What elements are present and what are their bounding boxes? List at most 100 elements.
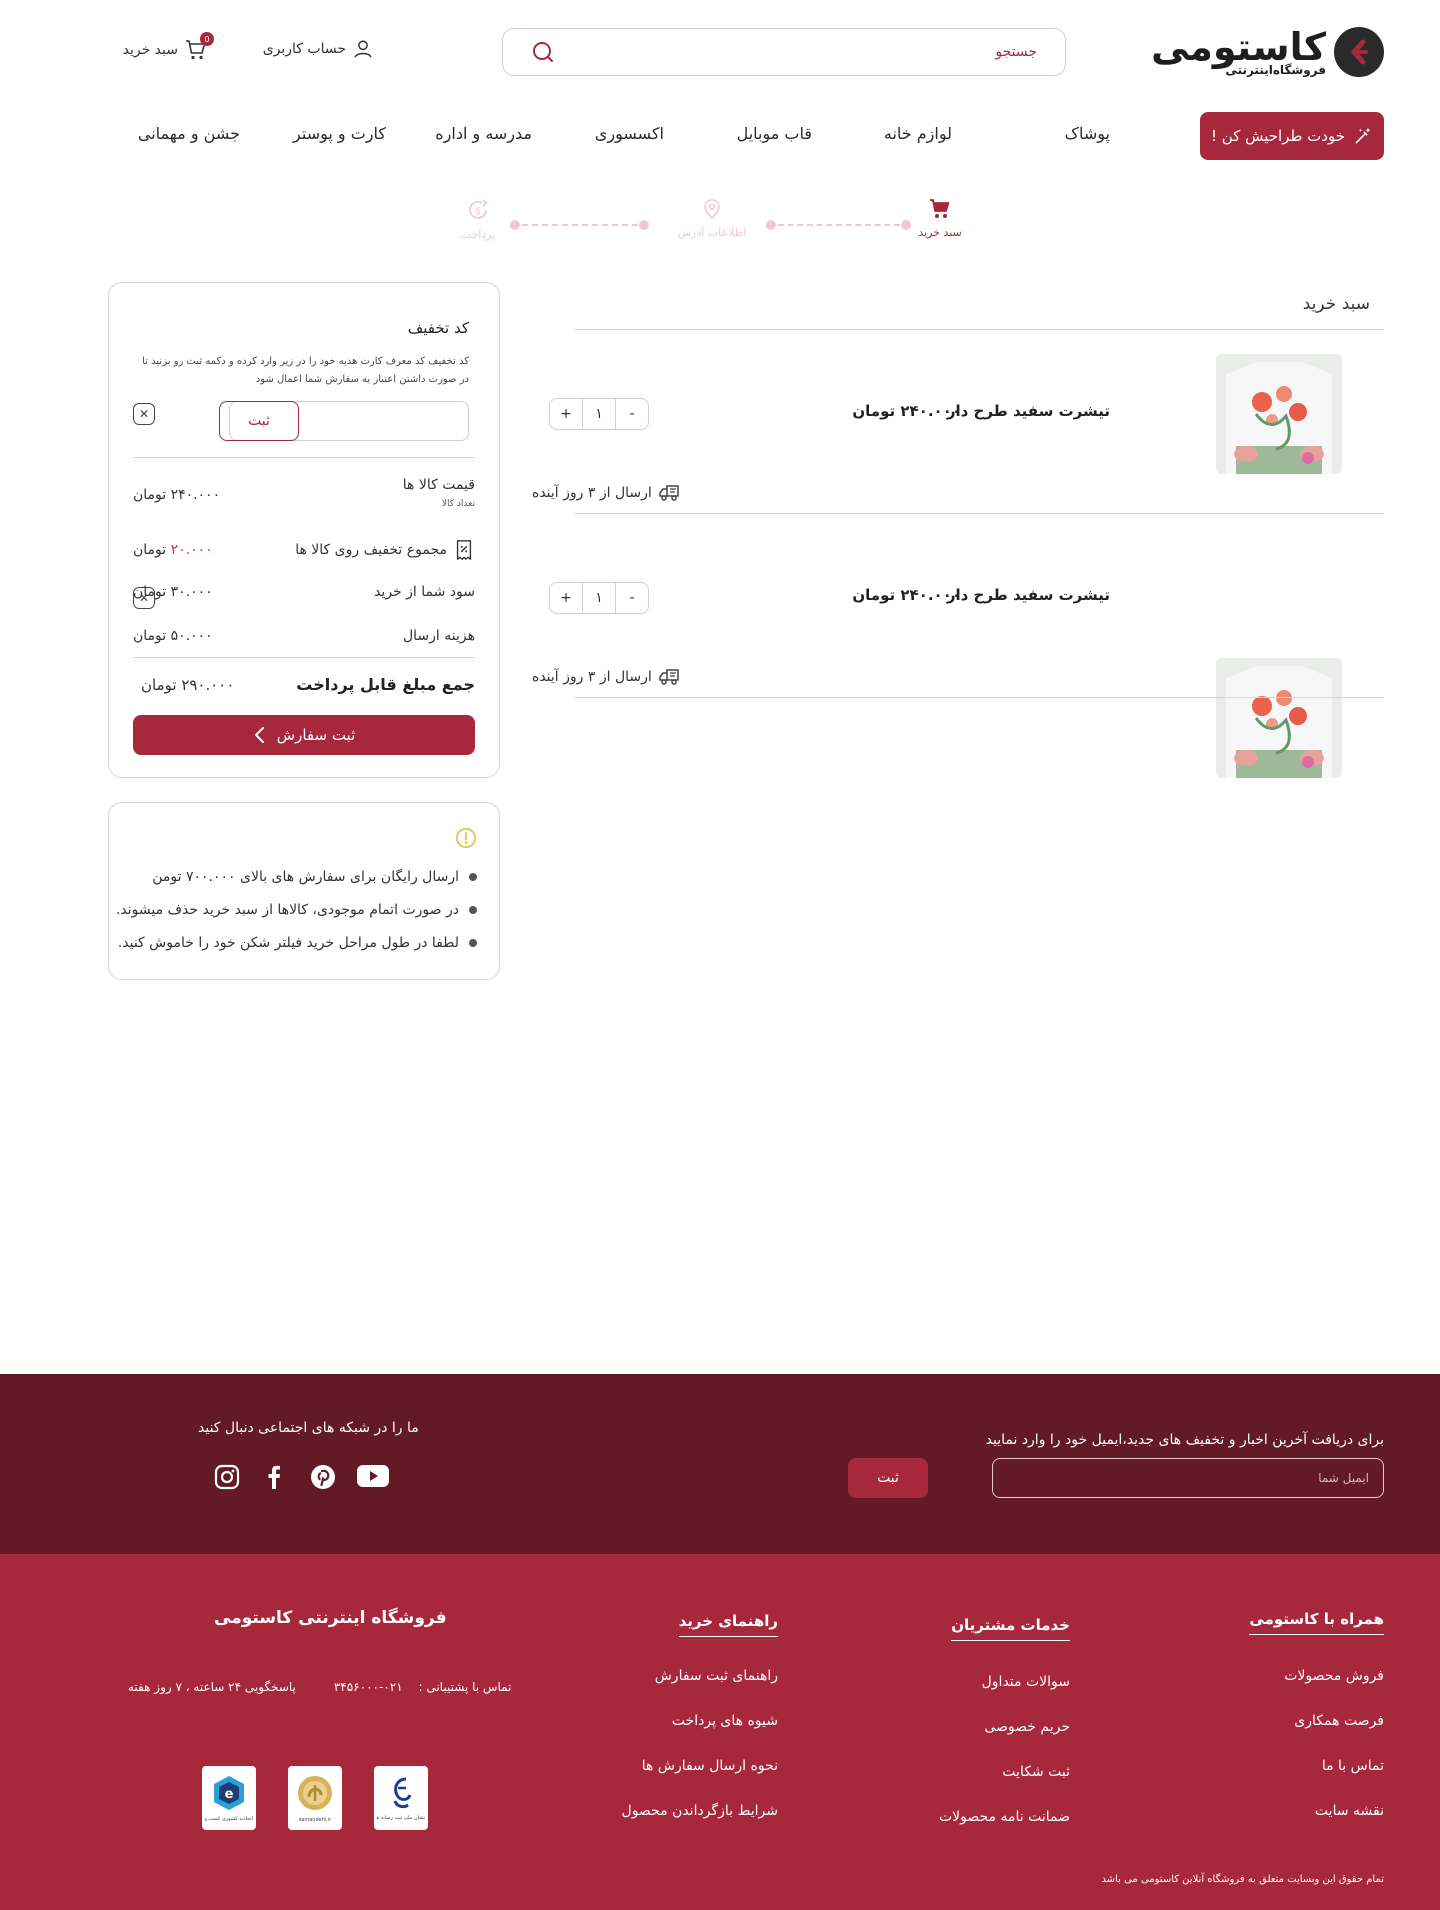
search-input[interactable]: جستجو xyxy=(995,44,1037,60)
newsletter-placeholder: ایمیل شما xyxy=(1318,1471,1369,1485)
nav-item-accessories[interactable]: اکسسوری xyxy=(595,124,664,143)
quantity-stepper[interactable]: - ۱ + xyxy=(549,398,649,430)
footer-col-title: خدمات مشتریان xyxy=(951,1616,1070,1641)
footer-link[interactable]: شرایط بازگرداندن محصول xyxy=(622,1803,778,1819)
step-dot xyxy=(639,220,649,230)
coupon-description: کد تخفیف کد معرف کارت هدیه خود را در زیر… xyxy=(142,356,469,385)
shipping-text: ارسال از ۳ روز آینده xyxy=(532,485,652,501)
footer-link[interactable]: ثبت شکایت xyxy=(1002,1764,1070,1780)
logo[interactable]: کاستومی فروشگاه‌اینترنتی xyxy=(1151,24,1384,80)
bullet-icon xyxy=(469,906,477,914)
product-image[interactable] xyxy=(1216,354,1342,474)
increase-button[interactable]: + xyxy=(550,399,582,429)
account-link[interactable]: حساب کاربری xyxy=(263,38,374,60)
union-badge[interactable]: e اتحادیه کشوری کسب و کارهای مجازی xyxy=(202,1766,256,1830)
nav-item-home-goods[interactable]: لوازم خانه xyxy=(884,124,952,143)
quantity-stepper[interactable]: - ۱ + xyxy=(549,582,649,614)
nav-item-school-office[interactable]: مدرسه و اداره xyxy=(435,124,532,143)
newsletter-section: برای دریافت آخرین اخبار و تخفیف های جدید… xyxy=(0,1374,1440,1554)
cart-title: سبد خرید xyxy=(1302,294,1370,314)
bullet-icon xyxy=(469,939,477,947)
discount-value: ۲۰.۰۰۰ xyxy=(170,542,213,558)
social-follow-text: ما را در شبکه های اجتماعی دنبال کنید xyxy=(198,1420,419,1436)
cart-count-badge: 0 xyxy=(200,32,214,46)
footer-link[interactable]: نقشه سایت xyxy=(1315,1803,1384,1819)
nav-item-party[interactable]: جشن و مهمانی xyxy=(138,124,240,143)
note-text: لطفا در طول مراحل خرید فیلتر شکن خود را … xyxy=(117,935,459,951)
tshirt-product-icon xyxy=(1216,354,1342,474)
product-image[interactable] xyxy=(1216,658,1342,778)
samandehi-badge[interactable]: samandehi.ir xyxy=(288,1766,342,1830)
place-order-button[interactable]: ثبت سفارش xyxy=(133,715,475,755)
instagram-icon[interactable] xyxy=(214,1464,240,1490)
discount-receipt-icon xyxy=(453,539,475,561)
samandehi-seal-icon xyxy=(298,1776,332,1810)
quantity-value[interactable]: ۱ xyxy=(582,583,616,613)
product-name[interactable]: تیشرت سفید طرح دار xyxy=(947,586,1110,604)
facebook-icon[interactable] xyxy=(264,1464,284,1490)
support-label: تماس با پشتیبانی : xyxy=(418,1680,512,1694)
footer-link[interactable]: شیوه های پرداخت xyxy=(672,1713,778,1729)
tshirt-product-icon xyxy=(1216,658,1342,778)
search-icon[interactable] xyxy=(531,40,555,64)
cart-label: سبد خرید xyxy=(122,42,178,58)
coupon-title: کد تخفیف xyxy=(407,319,469,337)
logo-title: کاستومی xyxy=(1150,25,1327,69)
decrease-button[interactable]: - xyxy=(616,399,648,429)
search-bar[interactable]: جستجو xyxy=(502,28,1066,76)
cart-link[interactable]: 0 سبد خرید xyxy=(122,32,214,62)
notes-card: ارسال رایگان برای سفارش های بالای ۷۰۰.۰۰… xyxy=(108,802,500,980)
footer-link[interactable]: نحوه ارسال سفارش ها xyxy=(642,1758,778,1774)
pinterest-icon[interactable] xyxy=(310,1464,336,1490)
support-phone[interactable]: ۰۲۱-۳۴۵۶۰۰۰ xyxy=(334,1680,403,1694)
decrease-button[interactable]: - xyxy=(616,583,648,613)
step-label-address: اطلاعات آدرس xyxy=(677,226,747,239)
profit-label: سود شما از خرید xyxy=(374,584,475,600)
items-price-label: قیمت کالا ها xyxy=(402,477,475,493)
newsletter-email-input[interactable]: ایمیل شما xyxy=(992,1458,1384,1498)
footer-col-title: همراه با کاستومی xyxy=(1249,1610,1384,1635)
product-name[interactable]: تیشرت سفید طرح دار xyxy=(947,402,1110,420)
step-payment: $ پرداخت xyxy=(448,198,508,241)
footer-link[interactable]: راهنمای ثبت سفارش xyxy=(655,1668,778,1684)
footer-link[interactable]: فرصت همکاری xyxy=(1294,1713,1384,1729)
footer-col-title: راهنمای خرید xyxy=(678,1612,778,1637)
logo-subtitle: فروشگاه‌اینترنتی xyxy=(1225,63,1326,77)
step-cart: سبد خرید xyxy=(910,198,970,239)
coupon-submit-button[interactable]: ثبت xyxy=(219,401,299,441)
youtube-icon[interactable] xyxy=(356,1464,390,1488)
product-price: ۲۴۰.۰۰۰ تومان xyxy=(852,586,961,604)
footer-link[interactable]: سوالات متداول xyxy=(982,1674,1070,1690)
design-yourself-button[interactable]: خودت طراحیش کن ! xyxy=(1200,112,1384,160)
product-price: ۲۴۰.۰۰۰ تومان xyxy=(852,402,961,420)
discount-row: مجموع تخفیف روی کالا ها ۲۰.۰۰۰ تومان xyxy=(133,539,475,561)
newsletter-submit-button[interactable]: ثبت xyxy=(848,1458,928,1498)
enamad-badge[interactable]: نشان ملی ثبت رسانه های دیجیتال xyxy=(374,1766,428,1830)
info-icon xyxy=(455,827,477,849)
quantity-value[interactable]: ۱ xyxy=(582,399,616,429)
footer-link[interactable]: فروش محصولات xyxy=(1284,1668,1384,1684)
increase-button[interactable]: + xyxy=(550,583,582,613)
user-icon xyxy=(352,38,374,60)
shipping-info: ارسال از ۳ روز آینده xyxy=(532,666,682,688)
footer-link[interactable]: ضمانت نامه محصولات xyxy=(939,1809,1070,1825)
design-yourself-label: خودت طراحیش کن ! xyxy=(1211,127,1346,145)
footer-link[interactable]: حریم خصوصی xyxy=(984,1719,1070,1735)
step-dot xyxy=(510,220,520,230)
profit-row: سود شما از خرید ۳۰.۰۰۰ تومان xyxy=(133,584,475,600)
step-dot xyxy=(901,220,911,230)
nav-item-phone-cases[interactable]: قاب موبایل xyxy=(737,124,812,143)
account-label: حساب کاربری xyxy=(262,41,346,57)
cart-filled-icon xyxy=(928,198,952,220)
delivery-truck-icon xyxy=(658,666,682,688)
note-item: در صورت اتمام موجودی، کالاها از سبد خرید… xyxy=(116,902,477,918)
nav-item-clothing[interactable]: پوشاک xyxy=(1065,124,1110,143)
footer: همراه با کاستومی فروش محصولات فرصت همکار… xyxy=(0,1554,1440,1910)
newsletter-text: برای دریافت آخرین اخبار و تخفیف های جدید… xyxy=(985,1432,1384,1448)
step-dot xyxy=(766,220,776,230)
delivery-truck-icon xyxy=(658,482,682,504)
footer-link[interactable]: تماس با ما xyxy=(1322,1758,1384,1774)
nav-item-cards-posters[interactable]: کارت و پوستر xyxy=(293,124,386,143)
step-label-payment: پرداخت xyxy=(460,228,496,241)
chevron-left-icon xyxy=(253,726,267,744)
